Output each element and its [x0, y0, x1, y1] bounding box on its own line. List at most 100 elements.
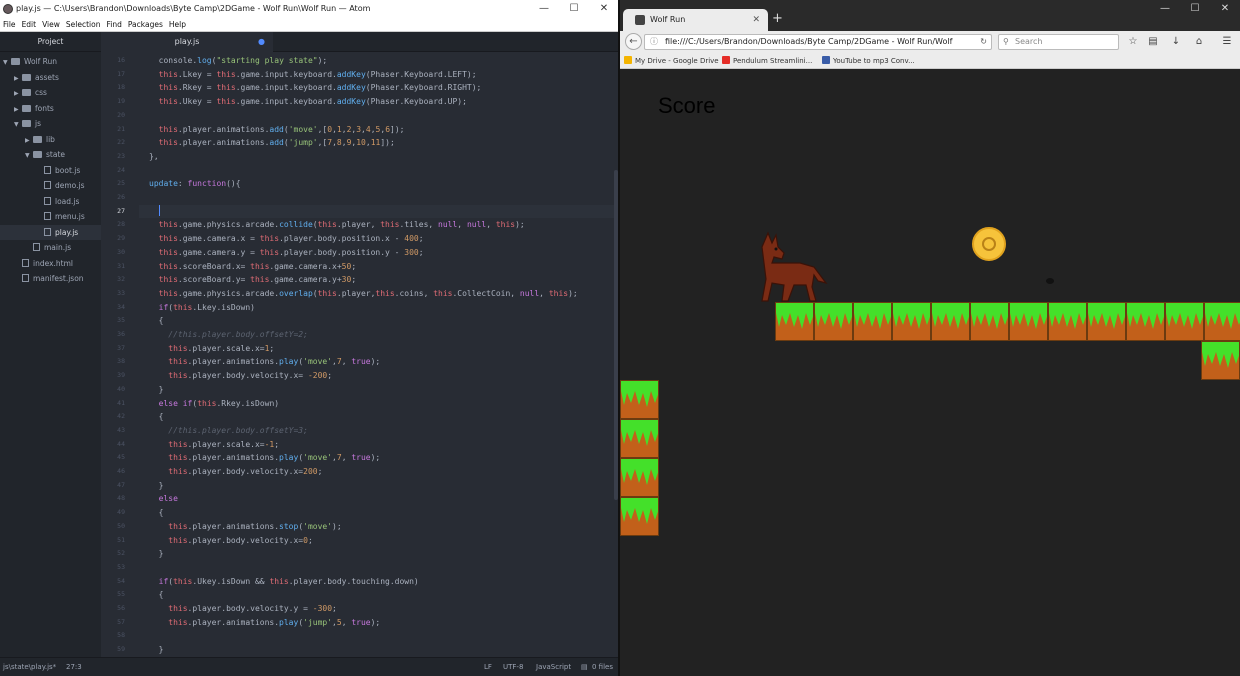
- library-icon[interactable]: ▤: [1146, 34, 1160, 50]
- code-line[interactable]: this.player.body.velocity.y = -300;: [149, 602, 337, 616]
- bookmark-youtube-mp3[interactable]: YouTube to mp3 Conv...: [822, 53, 915, 69]
- code-line[interactable]: }: [149, 547, 164, 561]
- code-line[interactable]: if(this.Ukey.isDown && this.player.body.…: [149, 575, 419, 589]
- code-line[interactable]: this.player.scale.x=1;: [149, 342, 274, 356]
- download-icon[interactable]: ↓: [1169, 34, 1183, 50]
- tree-item-Wolf Run[interactable]: ▼ Wolf Run: [0, 54, 101, 69]
- menu-edit[interactable]: Edit: [19, 18, 40, 32]
- chevron-right-icon: ▶: [14, 74, 19, 82]
- status-file-path[interactable]: js\state\play.js*: [3, 658, 56, 676]
- code-line[interactable]: console.log("starting play state");: [149, 54, 328, 68]
- status-grammar[interactable]: JavaScript: [536, 658, 571, 676]
- code-line[interactable]: this.Lkey = this.game.input.keyboard.add…: [149, 68, 477, 82]
- bookmark-pendulum[interactable]: Pendulum Streamlini...: [722, 53, 812, 69]
- tree-item-index-html[interactable]: index.html: [0, 256, 101, 271]
- code-line[interactable]: this.player.animations.play('jump',5, tr…: [149, 616, 380, 630]
- code-line[interactable]: this.Ukey = this.game.input.keyboard.add…: [149, 95, 467, 109]
- minimize-icon[interactable]: —: [530, 0, 558, 18]
- code-line[interactable]: this.player.animations.play('move',7, tr…: [149, 355, 380, 369]
- tree-item-lib[interactable]: ▶ lib: [0, 132, 101, 147]
- tree-item-js[interactable]: ▼ js: [0, 116, 101, 131]
- code-line[interactable]: {: [149, 506, 164, 520]
- reload-icon[interactable]: ↻: [980, 35, 987, 49]
- code-line[interactable]: this.Rkey = this.game.input.keyboard.add…: [149, 81, 482, 95]
- menu-help[interactable]: Help: [166, 18, 189, 32]
- status-line-ending[interactable]: LF: [484, 658, 492, 676]
- code-line[interactable]: [139, 204, 618, 219]
- code-line[interactable]: this.player.animations.play('move',7, tr…: [149, 451, 380, 465]
- menu-packages[interactable]: Packages: [125, 18, 166, 32]
- code-line[interactable]: {: [149, 314, 164, 328]
- code-line[interactable]: this.player.body.velocity.x=0;: [149, 534, 313, 548]
- grass-tile: [1048, 302, 1087, 341]
- tab-play-js[interactable]: play.js ●: [101, 32, 273, 52]
- editor-scrollbar[interactable]: [614, 170, 618, 500]
- tree-item-assets[interactable]: ▶ assets: [0, 70, 101, 85]
- menu-hamburger-icon[interactable]: ☰: [1220, 34, 1234, 50]
- score-label: Score: [658, 93, 716, 118]
- code-area[interactable]: console.log("starting play state"); this…: [139, 52, 618, 657]
- code-line[interactable]: this.player.animations.add('move',[0,1,2…: [149, 123, 405, 137]
- tree-item-load-js[interactable]: load.js: [0, 194, 101, 209]
- code-line[interactable]: this.game.physics.arcade.overlap(this.pl…: [149, 287, 578, 301]
- info-icon[interactable]: ⓘ: [650, 35, 658, 49]
- code-line[interactable]: //this.player.body.offsetY=2;: [149, 328, 308, 342]
- atom-window: play.js — C:\Users\Brandon\Downloads\Byt…: [0, 0, 618, 676]
- maximize-icon[interactable]: ☐: [560, 0, 588, 18]
- code-line[interactable]: }: [149, 383, 164, 397]
- code-editor[interactable]: play.js ● 16 17 18 19 20 21 22 23 24 25 26 27 28 29 30…: [101, 32, 618, 657]
- code-line[interactable]: {: [149, 410, 164, 424]
- tree-item-demo-js[interactable]: demo.js: [0, 178, 101, 193]
- status-files[interactable]: 0 files: [592, 658, 613, 676]
- close-icon[interactable]: ✕: [590, 0, 618, 18]
- code-line[interactable]: this.game.camera.y = this.player.body.po…: [149, 246, 424, 260]
- tree-item-main-js[interactable]: main.js: [0, 240, 101, 255]
- code-line[interactable]: if(this.Lkey.isDown): [149, 301, 255, 315]
- tree-item-fonts[interactable]: ▶ fonts: [0, 101, 101, 116]
- grass-tile: [1165, 302, 1204, 341]
- tree-item-menu-js[interactable]: menu.js: [0, 209, 101, 224]
- code-line[interactable]: {: [149, 588, 164, 602]
- code-line[interactable]: this.game.camera.x = this.player.body.po…: [149, 232, 424, 246]
- back-arrow-icon[interactable]: ←: [625, 33, 642, 50]
- code-line[interactable]: this.player.animations.stop('move');: [149, 520, 341, 534]
- menu-view[interactable]: View: [39, 18, 63, 32]
- tree-item-state[interactable]: ▼ state: [0, 147, 101, 162]
- code-line[interactable]: }: [149, 643, 164, 657]
- tree-item-boot-js[interactable]: boot.js: [0, 163, 101, 178]
- tree-item-play-js[interactable]: play.js: [0, 224, 101, 240]
- browser-tab-wolf-run[interactable]: Wolf Run ✕: [623, 9, 768, 31]
- tree-item-css[interactable]: ▶ css: [0, 85, 101, 100]
- browser-minimize-icon[interactable]: —: [1150, 0, 1180, 20]
- code-line[interactable]: },: [149, 150, 159, 164]
- status-encoding[interactable]: UTF-8: [503, 658, 523, 676]
- code-line[interactable]: this.player.scale.x=-1;: [149, 438, 279, 452]
- code-line[interactable]: }: [149, 479, 164, 493]
- bookmark-my-drive[interactable]: My Drive - Google Drive: [624, 53, 719, 69]
- browser-maximize-icon[interactable]: ☐: [1180, 0, 1210, 20]
- game-canvas[interactable]: Score: [620, 69, 1240, 676]
- code-line[interactable]: this.scoreBoard.x= this.game.camera.x+50…: [149, 260, 357, 274]
- code-line[interactable]: update: function(){: [149, 177, 241, 191]
- code-line[interactable]: this.player.animations.add('jump',[7,8,9…: [149, 136, 395, 150]
- close-tab-icon[interactable]: ✕: [752, 9, 760, 31]
- line-number: 47: [117, 480, 125, 489]
- browser-close-icon[interactable]: ✕: [1210, 0, 1240, 20]
- code-line[interactable]: this.scoreBoard.y= this.game.camera.y+30…: [149, 273, 357, 287]
- menu-selection[interactable]: Selection: [63, 18, 104, 32]
- menu-find[interactable]: Find: [103, 18, 124, 32]
- code-line[interactable]: else: [149, 492, 178, 506]
- code-line[interactable]: else if(this.Rkey.isDown): [149, 397, 279, 411]
- code-line[interactable]: this.player.body.velocity.x= -200;: [149, 369, 332, 383]
- bookmark-star-icon[interactable]: ☆: [1126, 34, 1140, 50]
- status-cursor-position[interactable]: 27:3: [66, 658, 82, 676]
- menu-file[interactable]: File: [0, 18, 19, 32]
- home-icon[interactable]: ⌂: [1192, 34, 1206, 50]
- code-line[interactable]: this.player.body.velocity.x=200;: [149, 465, 322, 479]
- tree-item-manifest-json[interactable]: manifest.json: [0, 271, 101, 286]
- code-line[interactable]: this.game.physics.arcade.collide(this.pl…: [149, 218, 525, 232]
- address-bar[interactable]: ⓘ file:///C:/Users/Brandon/Downloads/Byt…: [644, 34, 992, 50]
- code-line[interactable]: //this.player.body.offsetY=3;: [149, 424, 308, 438]
- new-tab-icon[interactable]: +: [772, 9, 783, 29]
- search-input[interactable]: ⚲ Search: [998, 34, 1119, 50]
